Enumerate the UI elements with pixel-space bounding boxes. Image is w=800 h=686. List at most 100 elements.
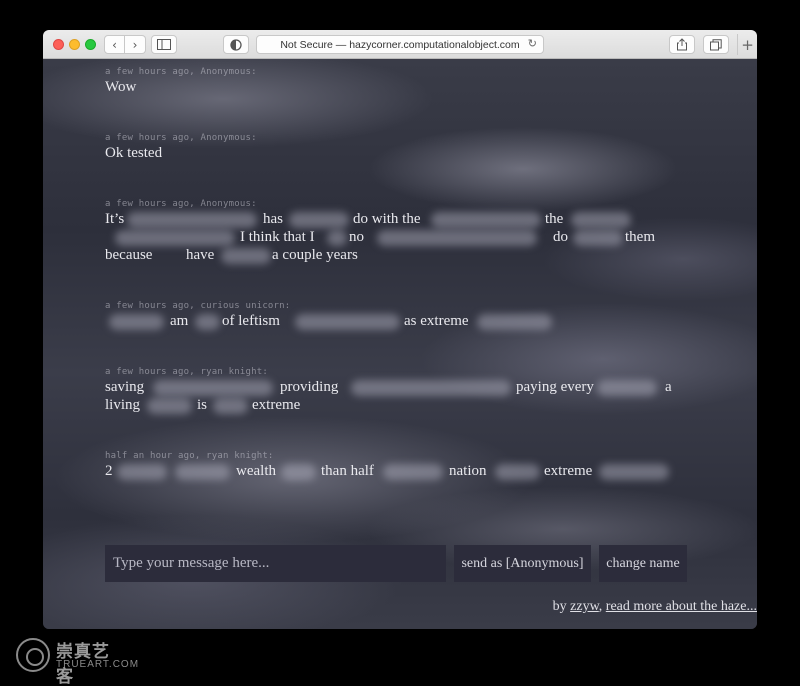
- haze-blur: [147, 398, 192, 414]
- haze-blur: [327, 230, 347, 246]
- browser-window: ‹ › Not Secure — hazycorner.computationa…: [43, 30, 757, 629]
- message-word: a: [665, 379, 672, 395]
- sidebar-toggle-button[interactable]: [151, 35, 177, 54]
- shield-icon: [230, 38, 242, 51]
- message-word: I think that I: [240, 229, 315, 245]
- haze-blur: [115, 230, 235, 246]
- message-word: wealth: [236, 463, 276, 479]
- haze-blur: [495, 464, 540, 480]
- message-word: of leftism: [222, 313, 280, 329]
- haze-blur: [599, 464, 669, 480]
- message-word: than half: [321, 463, 374, 479]
- message-word: providing: [280, 379, 339, 395]
- chat-message: a few hours ago, Anonymous: It’s has do …: [105, 198, 685, 264]
- message-word: is: [197, 397, 208, 413]
- haze-blur: [351, 380, 511, 396]
- haze-blur: [383, 464, 443, 480]
- message-word: because: [105, 247, 153, 263]
- tabs-icon: [710, 38, 722, 50]
- forward-button[interactable]: ›: [125, 35, 146, 54]
- read-more-link[interactable]: read more about the haze...: [606, 599, 757, 614]
- message-meta: a few hours ago, curious unicorn:: [105, 301, 291, 311]
- haze-blur: [117, 464, 167, 480]
- footer-by: by: [552, 599, 567, 614]
- share-icon: [677, 38, 687, 51]
- haze-blur: [221, 248, 271, 264]
- haze-blur: [153, 380, 273, 396]
- back-button[interactable]: ‹: [104, 35, 125, 54]
- message-word: am: [170, 313, 189, 329]
- tab-overview-button[interactable]: [703, 35, 729, 54]
- message-meta: a few hours ago, Anonymous:: [105, 67, 257, 77]
- message-text: 2 wealth than half nation extreme: [105, 462, 685, 480]
- message-text: It’s has do with the the I think that I …: [105, 210, 685, 264]
- zoom-window-button[interactable]: [85, 39, 96, 50]
- message-text: Wow: [105, 78, 665, 96]
- address-bar[interactable]: Not Secure — hazycorner.computationalobj…: [256, 35, 544, 54]
- haze-blur: [289, 212, 349, 228]
- author-link[interactable]: zzyw: [570, 599, 599, 614]
- haze-blur: [377, 230, 537, 246]
- message-text: am of leftism as extreme: [105, 312, 665, 330]
- message-word: as extreme: [404, 313, 469, 329]
- footer-separator: ,: [598, 599, 603, 614]
- chat-message: a few hours ago, Anonymous: Wow: [105, 66, 665, 96]
- haze-blur: [597, 380, 657, 396]
- haze-blur: [295, 314, 400, 330]
- chat-message: a few hours ago, curious unicorn: am of …: [105, 300, 665, 330]
- message-word: has: [263, 211, 283, 227]
- haze-blur: [477, 314, 552, 330]
- chat-message: half an hour ago, ryan knight: 2 wealth …: [105, 450, 685, 480]
- hazy-chat-area: a few hours ago, Anonymous: Wow a few ho…: [43, 59, 757, 629]
- browser-toolbar: ‹ › Not Secure — hazycorner.computationa…: [43, 30, 757, 59]
- message-text: saving providing paying every a living i…: [105, 378, 685, 414]
- message-input[interactable]: [105, 545, 446, 582]
- message-meta: half an hour ago, ryan knight:: [105, 451, 274, 461]
- message-word: have: [186, 247, 215, 263]
- haze-blur: [127, 212, 257, 228]
- message-word: a couple years: [272, 247, 358, 263]
- message-word: no: [349, 229, 364, 245]
- watermark-logo-icon: [16, 638, 50, 672]
- haze-blur: [195, 314, 220, 330]
- haze-blur: [213, 398, 248, 414]
- message-word: 2: [105, 463, 113, 479]
- message-word: them: [625, 229, 655, 245]
- message-word: It’s: [105, 211, 125, 227]
- message-meta: a few hours ago, Anonymous:: [105, 133, 257, 143]
- message-word: saving: [105, 379, 145, 395]
- chat-message: a few hours ago, ryan knight: saving pro…: [105, 366, 685, 414]
- watermark-en: TRUEART.COM: [56, 659, 140, 670]
- message-word: nation: [449, 463, 487, 479]
- haze-blur: [281, 464, 316, 480]
- close-window-button[interactable]: [53, 39, 64, 50]
- message-word: Ok tested: [105, 145, 163, 161]
- message-word: Wow: [105, 79, 137, 95]
- watermark: 崇真艺客 TRUEART.COM: [16, 636, 138, 686]
- message-word: do: [553, 229, 568, 245]
- new-tab-button[interactable]: +: [737, 34, 757, 55]
- haze-blur: [175, 464, 230, 480]
- page-footer: by zzyw, read more about the haze...: [553, 599, 757, 615]
- haze-blur: [573, 230, 623, 246]
- haze-blur: [431, 212, 541, 228]
- haze-blur: [571, 212, 631, 228]
- message-word: extreme: [252, 397, 301, 413]
- message-word: paying every: [516, 379, 594, 395]
- chevron-right-icon: ›: [132, 37, 138, 52]
- minimize-window-button[interactable]: [69, 39, 80, 50]
- message-text: Ok tested: [105, 144, 665, 162]
- message-meta: a few hours ago, ryan knight:: [105, 367, 268, 377]
- reload-icon[interactable]: ↻: [528, 37, 537, 50]
- privacy-report-button[interactable]: [223, 35, 249, 54]
- message-word: extreme: [544, 463, 593, 479]
- send-button[interactable]: send as [Anonymous]: [454, 545, 591, 582]
- share-button[interactable]: [669, 35, 695, 54]
- change-name-button[interactable]: change name: [599, 545, 687, 582]
- message-word: the: [545, 211, 564, 227]
- message-word: living: [105, 397, 141, 413]
- message-word: do with the: [353, 211, 421, 227]
- chevron-left-icon: ‹: [112, 37, 117, 52]
- haze-blur: [109, 314, 164, 330]
- chat-message: a few hours ago, Anonymous: Ok tested: [105, 132, 665, 162]
